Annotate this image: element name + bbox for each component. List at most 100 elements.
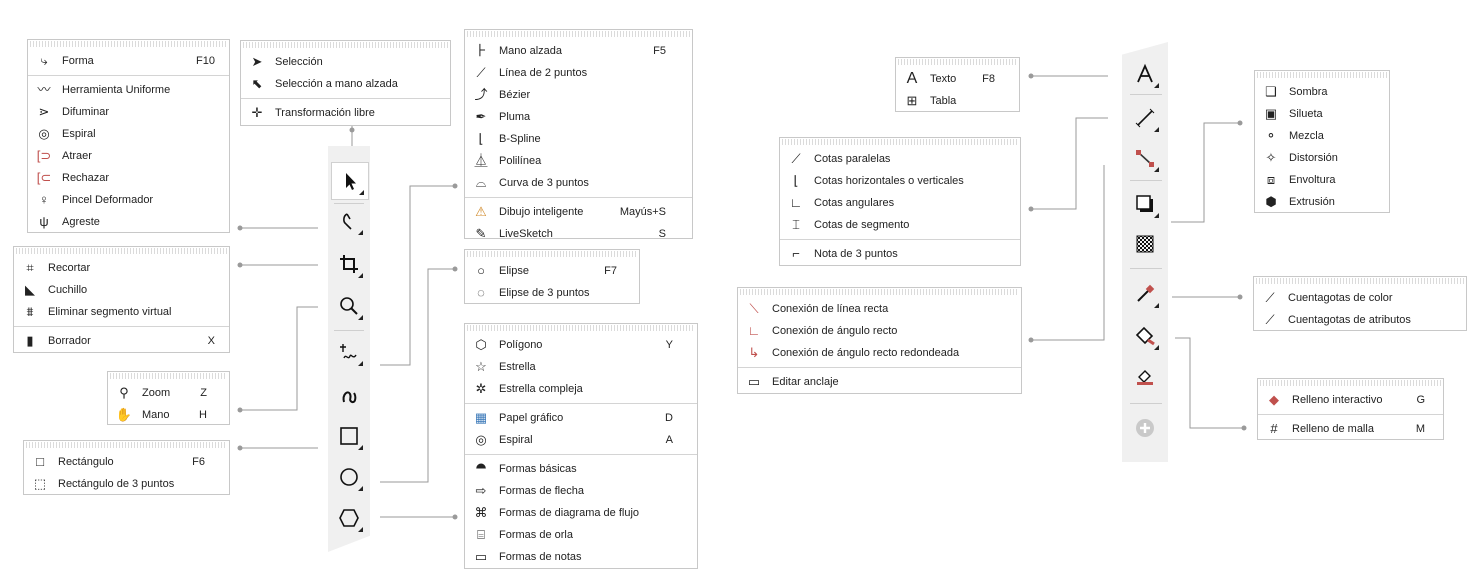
eyedropper-tool-button[interactable] bbox=[1127, 276, 1163, 312]
menu-item-livesketch[interactable]: ✎ LiveSketch S bbox=[465, 223, 692, 245]
menu-item-conexion-linea-recta[interactable]: ⟍ Conexión de línea recta bbox=[738, 298, 1021, 320]
zoom-tool-button[interactable] bbox=[331, 288, 367, 324]
menu-item-extrusion[interactable]: ⬢ Extrusión bbox=[1255, 191, 1389, 213]
menu-item-espiral-poligono[interactable]: ◎ Espiral A bbox=[465, 429, 697, 451]
menu-item-atraer[interactable]: [⊃ Atraer bbox=[28, 145, 229, 167]
menu-item-sombra[interactable]: ❑ Sombra bbox=[1255, 81, 1389, 103]
spiral-icon: ◎ bbox=[475, 432, 487, 447]
menu-item-distorsion[interactable]: ✧ Distorsión bbox=[1255, 147, 1389, 169]
menu-item-difuminar[interactable]: ⋗ Difuminar bbox=[28, 101, 229, 123]
freehand-tool-button[interactable] bbox=[331, 334, 367, 370]
rounded-connector-icon: ↳ bbox=[748, 345, 760, 360]
menu-item-cuchillo[interactable]: ◣ Cuchillo bbox=[14, 279, 229, 301]
menu-item-borrador[interactable]: ▮ Borrador X bbox=[14, 330, 229, 352]
menu-item-relleno-interactivo[interactable]: ◆ Relleno interactivo G bbox=[1258, 389, 1443, 411]
menu-item-espiral[interactable]: ◎ Espiral bbox=[28, 123, 229, 145]
menu-item-estrella[interactable]: ☆ Estrella bbox=[465, 356, 697, 378]
interactive-fill-tool-button[interactable] bbox=[1127, 318, 1163, 354]
three-point-ellipse-icon: ◌ bbox=[477, 285, 485, 300]
menu-item-seleccion[interactable]: ➤ Selección bbox=[241, 51, 450, 73]
menu-item-linea-2-puntos[interactable]: ⟋ Línea de 2 puntos bbox=[465, 62, 692, 84]
text-tool-button[interactable] bbox=[1127, 56, 1163, 92]
menu-item-dibujo-inteligente[interactable]: ⚠ Dibujo inteligente Mayús+S bbox=[465, 201, 692, 223]
menu-item-formas-flecha[interactable]: ⇨ Formas de flecha bbox=[465, 480, 697, 502]
menu-item-agreste[interactable]: ψ Agreste bbox=[28, 211, 229, 233]
menu-item-curva-3-puntos[interactable]: ⌓ Curva de 3 puntos bbox=[465, 172, 692, 194]
transparency-tool-button[interactable] bbox=[1127, 226, 1163, 262]
menu-item-cuentagotas-atributos[interactable]: ⟋ Cuentagotas de atributos bbox=[1254, 309, 1466, 331]
interactive-fill-icon bbox=[1135, 326, 1155, 346]
menu-item-silueta[interactable]: ▣ Silueta bbox=[1255, 103, 1389, 125]
menu-item-poligono[interactable]: ⬡ Polígono Y bbox=[465, 334, 697, 356]
color-eyedropper-icon: ⟋ bbox=[1265, 290, 1275, 305]
menu-item-conexion-angulo-recto-redondeada[interactable]: ↳ Conexión de ángulo recto redondeada bbox=[738, 342, 1021, 364]
menu-item-envoltura[interactable]: ⧈ Envoltura bbox=[1255, 169, 1389, 191]
menu-item-rectangulo[interactable]: □ Rectángulo F6 bbox=[24, 451, 229, 473]
menu-item-estrella-compleja[interactable]: ✲ Estrella compleja bbox=[465, 378, 697, 400]
connector-line bbox=[1171, 122, 1240, 223]
menu-item-mano[interactable]: ✋ Mano H bbox=[108, 404, 229, 426]
menu-item-cotas-horizontales-verticales[interactable]: ⌊ Cotas horizontales o verticales bbox=[780, 170, 1020, 192]
drop-shadow-tool-button[interactable] bbox=[1127, 186, 1163, 222]
dimension-tool-button[interactable] bbox=[1127, 100, 1163, 136]
attract-icon: [⊃ bbox=[36, 148, 52, 163]
crop-tool-button[interactable] bbox=[331, 246, 367, 282]
polyline-icon: ⏅ bbox=[474, 153, 488, 168]
ellipse-tool-button[interactable] bbox=[331, 459, 367, 495]
transparency-icon bbox=[1136, 235, 1154, 253]
menu-item-cotas-paralelas[interactable]: ⟋ Cotas paralelas bbox=[780, 148, 1020, 170]
roughen-icon: ψ bbox=[39, 214, 49, 229]
menu-item-formas-diagrama-flujo[interactable]: ⌘ Formas de diagrama de flujo bbox=[465, 502, 697, 524]
menu-item-pincel-deformador[interactable]: ♀ Pincel Deformador bbox=[28, 189, 229, 211]
shape-tool-button[interactable] bbox=[331, 203, 367, 239]
menu-item-elipse-3-puntos[interactable]: ◌ Elipse de 3 puntos bbox=[465, 282, 639, 304]
menu-item-editar-anclaje[interactable]: ▭ Editar anclaje bbox=[738, 371, 1021, 393]
menu-item-formas-notas[interactable]: ▭ Formas de notas bbox=[465, 546, 697, 568]
menu-item-mano-alzada[interactable]: ⺊ Mano alzada F5 bbox=[465, 40, 692, 62]
connector-tool-button[interactable] bbox=[1127, 140, 1163, 176]
menu-item-pluma[interactable]: ✒ Pluma bbox=[465, 106, 692, 128]
menu-item-tabla[interactable]: ⊞ Tabla bbox=[896, 90, 1019, 112]
smooth-icon: 〰 bbox=[37, 82, 51, 97]
menu-item-transformacion-libre[interactable]: ✛ Transformación libre bbox=[241, 102, 450, 124]
artistic-media-icon bbox=[342, 391, 357, 404]
menu-item-forma[interactable]: ⤷ Forma F10 bbox=[28, 50, 229, 72]
menu-item-bezier[interactable]: ⤴ Bézier bbox=[465, 84, 692, 106]
smart-fill-tool-button[interactable] bbox=[1127, 358, 1163, 394]
blend-icon: ⚬ bbox=[1265, 128, 1277, 143]
menu-item-elipse[interactable]: ○ Elipse F7 bbox=[465, 260, 639, 282]
menu-item-bspline[interactable]: ⌊ B-Spline bbox=[465, 128, 692, 150]
menu-item-cotas-segmento[interactable]: ⌶ Cotas de segmento bbox=[780, 214, 1020, 236]
menu-item-polilinea[interactable]: ⏅ Polilínea bbox=[465, 150, 692, 172]
polygon-tool-button[interactable] bbox=[331, 500, 367, 536]
menu-item-formas-orla[interactable]: ⌸ Formas de orla bbox=[465, 524, 697, 546]
menu-item-herramienta-uniforme[interactable]: 〰 Herramienta Uniforme bbox=[28, 79, 229, 101]
menu-item-nota-3-puntos[interactable]: ⌐ Nota de 3 puntos bbox=[780, 243, 1020, 265]
dimension-flyout-menu: ⟋ Cotas paralelas ⌊ Cotas horizontales o v… bbox=[779, 137, 1021, 266]
pick-tool-button[interactable] bbox=[331, 162, 369, 200]
bspline-icon: ⌊ bbox=[478, 131, 484, 146]
freehand-pick-icon: ⬉ bbox=[251, 76, 263, 91]
add-tool-button[interactable] bbox=[1127, 410, 1163, 446]
zoom-icon: ⚲ bbox=[119, 385, 129, 400]
menu-item-rectangulo-3-puntos[interactable]: ⬚ Rectángulo de 3 puntos bbox=[24, 473, 229, 495]
menu-item-eliminar-segmento-virtual[interactable]: ⩩ Eliminar segmento virtual bbox=[14, 301, 229, 323]
menu-item-relleno-malla[interactable]: # Relleno de malla M bbox=[1258, 418, 1443, 440]
ellipse-icon bbox=[340, 468, 358, 486]
star-icon: ☆ bbox=[475, 359, 487, 374]
menu-item-cotas-angulares[interactable]: ∟ Cotas angulares bbox=[780, 192, 1020, 214]
menu-item-mezcla[interactable]: ⚬ Mezcla bbox=[1255, 125, 1389, 147]
menu-item-conexion-angulo-recto[interactable]: ∟ Conexión de ángulo recto bbox=[738, 320, 1021, 342]
rectangle-tool-button[interactable] bbox=[331, 418, 367, 454]
menu-item-rechazar[interactable]: [⊂ Rechazar bbox=[28, 167, 229, 189]
menu-item-texto[interactable]: A Texto F8 bbox=[896, 68, 1019, 90]
menu-item-seleccion-mano-alzada[interactable]: ⬉ Selección a mano alzada bbox=[241, 73, 450, 95]
virtual-segment-delete-icon: ⩩ bbox=[26, 304, 34, 319]
rectangle-icon: □ bbox=[36, 454, 44, 469]
menu-item-formas-basicas[interactable]: ⯊ Formas básicas bbox=[465, 458, 697, 480]
menu-item-cuentagotas-color[interactable]: ⟋ Cuentagotas de color bbox=[1254, 287, 1466, 309]
menu-item-zoom[interactable]: ⚲ Zoom Z bbox=[108, 382, 229, 404]
artistic-media-button[interactable] bbox=[331, 377, 367, 413]
menu-item-recortar[interactable]: ⌗ Recortar bbox=[14, 257, 229, 279]
menu-item-papel-grafico[interactable]: ▦ Papel gráfico D bbox=[465, 407, 697, 429]
